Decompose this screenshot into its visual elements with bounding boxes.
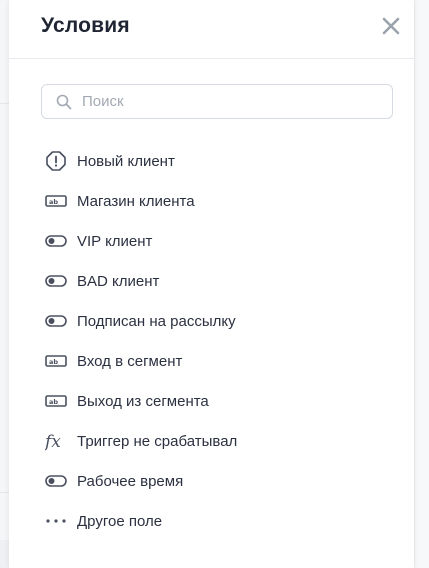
text-field-icon: ab (45, 395, 67, 407)
svg-text:ab: ab (49, 398, 58, 406)
close-button[interactable] (379, 14, 403, 38)
condition-item-segment-exit[interactable]: ab Выход из сегмента (45, 382, 385, 422)
toggle-icon (45, 235, 67, 247)
text-field-icon: ab (45, 355, 67, 367)
toggle-icon (45, 275, 67, 287)
condition-item-trigger-not-fired[interactable]: fx Триггер не срабатывал (45, 422, 385, 462)
condition-item-bad-client[interactable]: BAD клиент (45, 262, 385, 302)
condition-item-segment-enter[interactable]: ab Вход в сегмент (45, 342, 385, 382)
svg-text:ab: ab (49, 358, 58, 366)
toggle-icon (45, 315, 67, 327)
svg-text:fx: fx (45, 432, 61, 452)
condition-item-working-hours[interactable]: Рабочее время (45, 462, 385, 502)
search-input[interactable] (82, 85, 382, 118)
close-icon (382, 17, 400, 35)
condition-item-subscribed[interactable]: Подписан на рассылку (45, 302, 385, 342)
condition-label: Новый клиент (77, 153, 175, 170)
condition-item-vip-client[interactable]: VIP клиент (45, 222, 385, 262)
condition-item-other-field[interactable]: Другое поле (45, 502, 385, 542)
text-field-icon: ab (45, 195, 67, 207)
condition-label: BAD клиент (77, 273, 160, 290)
search-icon (56, 94, 72, 110)
condition-label: Подписан на рассылку (77, 313, 236, 330)
conditions-panel: Условия Новый клиент ab (9, 0, 414, 568)
condition-label: Рабочее время (77, 473, 184, 490)
condition-label: Другое поле (77, 513, 163, 530)
condition-label: VIP клиент (77, 233, 153, 250)
panel-header: Условия (9, 0, 414, 59)
condition-label: Вход в сегмент (77, 353, 183, 370)
octagon-alert-icon (46, 151, 66, 171)
condition-item-client-store[interactable]: ab Магазин клиента (45, 182, 385, 222)
condition-label: Выход из сегмента (77, 393, 209, 410)
svg-text:ab: ab (49, 198, 58, 206)
condition-label: Магазин клиента (77, 193, 195, 210)
condition-item-new-client[interactable]: Новый клиент (45, 142, 385, 182)
panel-title: Условия (41, 14, 130, 37)
more-dots-icon (46, 519, 66, 523)
right-scroll-edge (414, 0, 429, 568)
condition-label: Триггер не срабатывал (77, 433, 238, 450)
search-box[interactable] (41, 84, 393, 119)
toggle-icon (45, 475, 67, 487)
function-icon: fx (45, 432, 61, 452)
